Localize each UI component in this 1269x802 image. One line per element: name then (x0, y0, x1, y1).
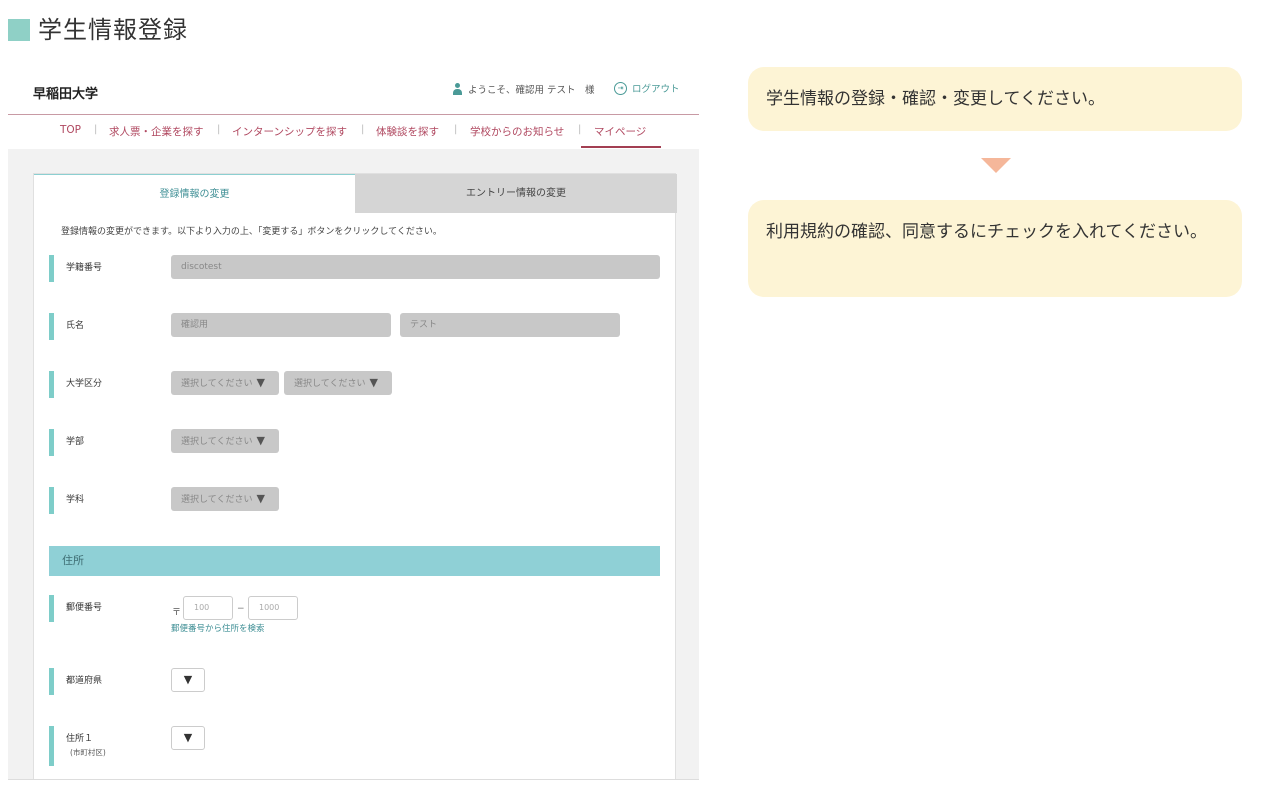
zip-dash: − (237, 604, 245, 614)
zip-label: 郵便番号 (49, 595, 102, 622)
welcome-message: ようこそ、確認用 テスト 様 (452, 82, 595, 96)
zip-second-field[interactable]: 1000 (248, 596, 298, 620)
first-name-field[interactable]: テスト (400, 313, 620, 337)
select-value: 選択してください (181, 495, 253, 505)
nav-item-experience[interactable]: 体験談を探す (376, 124, 439, 139)
tab-entry-info[interactable]: エントリー情報の変更 (355, 174, 677, 213)
university-type-label: 大学区分 (49, 371, 102, 398)
nav-separator: | (454, 124, 458, 135)
form-card: 登録情報の変更 エントリー情報の変更 登録情報の変更ができます。以下より入力の上… (33, 173, 677, 779)
prefecture-select[interactable]: ▼ (171, 668, 205, 692)
name-label: 氏名 (49, 313, 84, 340)
zip-search-link[interactable]: 郵便番号から住所を検索 (171, 622, 265, 634)
university-type-select-2[interactable]: 選択してください ▼ (284, 371, 392, 395)
student-id-label: 学籍番号 (49, 255, 102, 282)
nav-separator: | (217, 124, 221, 135)
form-instruction: 登録情報の変更ができます。以下より入力の上、「変更する」ボタンをクリックしてくだ… (61, 227, 442, 237)
nav-item-school-news[interactable]: 学校からのお知らせ (470, 124, 564, 139)
address1-select[interactable]: ▼ (171, 726, 205, 750)
logout-link[interactable]: ⇥ ログアウト (614, 81, 680, 95)
screenshot-panel: 早稲田大学 ようこそ、確認用 テスト 様 ⇥ ログアウト TOP | 求人票・企… (8, 68, 699, 780)
chevron-down-icon: ▼ (369, 376, 378, 389)
select-value: 選択してください (181, 437, 253, 447)
faculty-select[interactable]: 選択してください ▼ (171, 429, 279, 453)
chevron-down-icon: ▼ (256, 492, 265, 505)
student-id-field[interactable]: discotest (171, 255, 660, 279)
chevron-down-icon: ▼ (183, 731, 193, 744)
page-heading: 学生情報登録 (8, 10, 188, 45)
university-type-select-1[interactable]: 選択してください ▼ (171, 371, 279, 395)
select-value: 選択してください (294, 379, 366, 389)
nav-item-mypage[interactable]: マイページ (594, 124, 646, 139)
department-label: 学科 (49, 487, 84, 514)
nav-item-job-search[interactable]: 求人票・企業を探す (109, 124, 204, 139)
zip-first-field[interactable]: 100 (183, 596, 233, 620)
address-section-header: 住所 (49, 546, 660, 576)
faculty-label: 学部 (49, 429, 84, 456)
user-icon (452, 83, 462, 95)
tab-registration-info[interactable]: 登録情報の変更 (34, 174, 355, 213)
main-nav: TOP | 求人票・企業を探す | インターンシップを探す | 体験談を探す |… (8, 116, 699, 148)
site-logo[interactable]: 早稲田大学 (33, 83, 98, 102)
nav-active-indicator (581, 146, 661, 148)
select-value: 選択してください (181, 379, 253, 389)
site-header: 早稲田大学 ようこそ、確認用 テスト 様 ⇥ ログアウト (8, 68, 699, 115)
instruction-bubble-1: 学生情報の登録・確認・変更してください。 (748, 67, 1242, 131)
prefecture-label: 都道府県 (49, 668, 102, 695)
logout-icon: ⇥ (614, 81, 627, 95)
address1-label: 住所１ (市町村区) (49, 726, 106, 766)
address1-label-text: 住所１ (66, 734, 94, 744)
nav-separator: | (361, 124, 365, 135)
chevron-down-icon: ▼ (183, 673, 193, 686)
address1-sublabel: (市町村区) (70, 748, 106, 757)
last-name-field[interactable]: 確認用 (171, 313, 391, 337)
welcome-text: ようこそ、確認用 テスト 様 (468, 85, 595, 96)
nav-separator: | (578, 124, 582, 135)
nav-item-internship[interactable]: インターンシップを探す (232, 124, 347, 139)
page-title: 学生情報登録 (38, 16, 188, 44)
nav-separator: | (94, 124, 98, 135)
postal-mark: 〒 (172, 608, 182, 618)
chevron-down-icon: ▼ (256, 376, 265, 389)
nav-item-top[interactable]: TOP (60, 124, 81, 136)
arrow-down-icon (981, 158, 1011, 173)
logout-label: ログアウト (632, 84, 680, 95)
instruction-bubble-2: 利用規約の確認、同意するにチェックを入れてください。 (748, 200, 1242, 297)
chevron-down-icon: ▼ (256, 434, 265, 447)
heading-square-icon (8, 18, 30, 41)
department-select[interactable]: 選択してください ▼ (171, 487, 279, 511)
